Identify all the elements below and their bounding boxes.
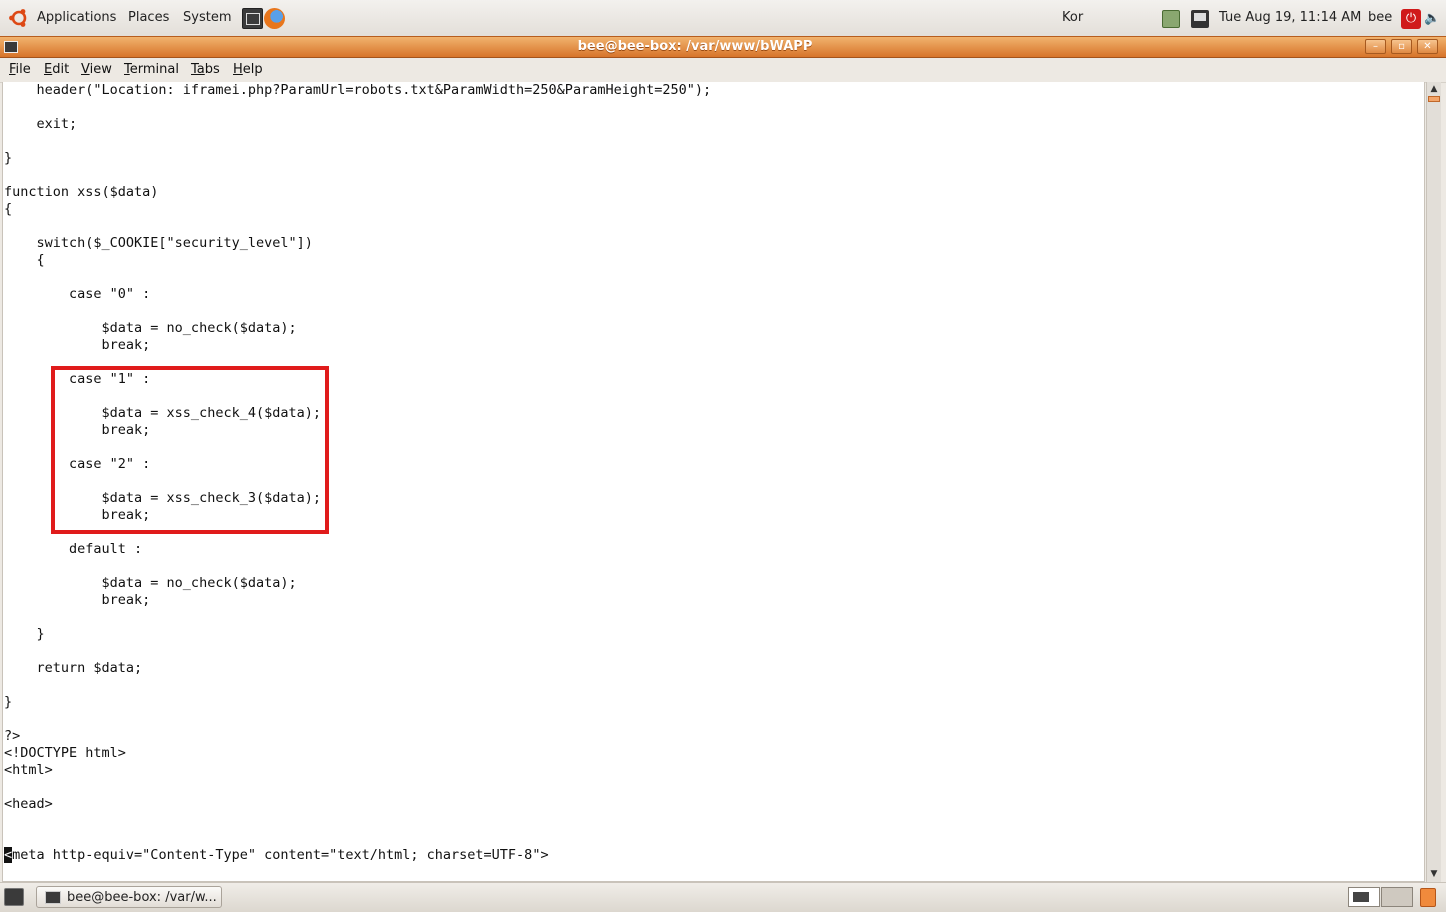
scroll-up-arrow-icon[interactable]: ▲ <box>1428 83 1440 95</box>
network-icon[interactable] <box>1162 10 1180 28</box>
terminal-line: exit; <box>4 116 78 132</box>
system-menu[interactable]: System <box>183 10 231 25</box>
maximize-button[interactable]: ▫ <box>1391 39 1412 54</box>
menu-terminal[interactable]: Terminal <box>124 62 179 77</box>
terminal-line: case "0" : <box>4 286 151 302</box>
workspace-2[interactable] <box>1381 887 1413 907</box>
keyboard-layout-indicator[interactable]: Kor <box>1062 10 1083 25</box>
terminal-cursor: < <box>4 847 13 863</box>
menu-view[interactable]: View <box>81 62 112 77</box>
show-desktop-icon[interactable] <box>4 888 24 906</box>
window-title: bee@bee-box: /var/www/bWAPP <box>577 39 813 54</box>
menu-file[interactable]: File <box>9 62 31 77</box>
workspace-1[interactable] <box>1348 887 1380 907</box>
applications-menu[interactable]: Applications <box>37 10 116 25</box>
ubuntu-logo-icon[interactable] <box>8 7 30 29</box>
volume-icon[interactable]: 🔈 <box>1424 11 1440 26</box>
window-titlebar[interactable]: bee@bee-box: /var/www/bWAPP – ▫ ✕ <box>0 36 1446 58</box>
terminal-line: switch($_COOKIE["security_level"]) <box>4 235 313 251</box>
taskbar-terminal-label: bee@bee-box: /var/w... <box>67 890 217 905</box>
minimize-button[interactable]: – <box>1365 39 1386 54</box>
terminal-line: <!DOCTYPE html> <box>4 745 126 761</box>
highlight-box <box>51 366 329 534</box>
bottom-panel: bee@bee-box: /var/w... <box>0 882 1446 912</box>
terminal-line: { <box>4 252 45 268</box>
firefox-launcher-icon[interactable] <box>264 8 285 29</box>
terminal-line: header("Location: iframei.php?ParamUrl=r… <box>4 82 712 98</box>
terminal-line: $data = no_check($data); <box>4 320 297 336</box>
terminal-line: ?> <box>4 728 21 744</box>
menu-help[interactable]: Help <box>233 62 263 77</box>
display-icon[interactable] <box>1191 10 1209 28</box>
terminal-line: break; <box>4 592 151 608</box>
terminal-launcher-icon[interactable] <box>242 8 263 29</box>
terminal-line: break; <box>4 337 151 353</box>
places-menu[interactable]: Places <box>128 10 169 25</box>
terminal-line-text: meta http-equiv="Content-Type" content="… <box>12 847 549 863</box>
power-icon[interactable]: ⏻ <box>1401 9 1421 29</box>
vertical-scrollbar[interactable]: ▲ ▼ <box>1426 82 1441 882</box>
terminal-task-icon <box>45 891 61 904</box>
terminal-view[interactable]: header("Location: iframei.php?ParamUrl=r… <box>2 82 1425 882</box>
clock[interactable]: Tue Aug 19, 11:14 AM <box>1219 10 1361 25</box>
trash-icon[interactable] <box>1420 888 1436 907</box>
menubar: File Edit View Terminal Tabs Help <box>0 58 1446 83</box>
user-name[interactable]: bee <box>1368 10 1392 25</box>
terminal-line: return $data; <box>4 660 143 676</box>
scroll-down-arrow-icon[interactable]: ▼ <box>1428 868 1440 880</box>
terminal-line: } <box>4 150 13 166</box>
terminal-line: } <box>4 626 45 642</box>
scrollbar-thumb[interactable] <box>1428 96 1440 102</box>
terminal-line: } <box>4 694 13 710</box>
terminal-line: <meta http-equiv="Content-Type" content=… <box>4 847 711 864</box>
top-panel: Applications Places System Kor Tue Aug 1… <box>0 0 1446 37</box>
taskbar-terminal-button[interactable]: bee@bee-box: /var/w... <box>36 886 222 908</box>
menu-tabs[interactable]: Tabs <box>191 62 220 77</box>
terminal-line: $data = no_check($data); <box>4 575 297 591</box>
terminal-line: function xss($data) <box>4 184 159 200</box>
terminal-line: <html> <box>4 762 53 778</box>
menu-edit[interactable]: Edit <box>44 62 69 77</box>
terminal-line: <head> <box>4 796 53 812</box>
terminal-line: default : <box>4 541 143 557</box>
terminal-line: { <box>4 201 13 217</box>
close-button[interactable]: ✕ <box>1417 39 1438 54</box>
